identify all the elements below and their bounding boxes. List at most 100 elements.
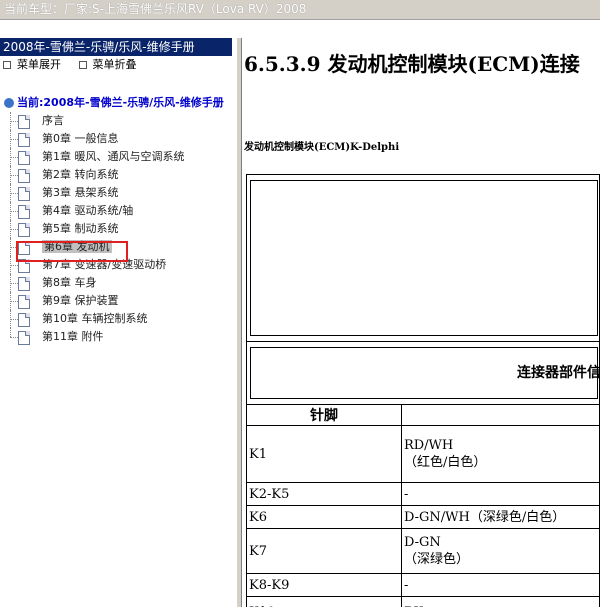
section-title-frame: 连接器部件信 [250, 347, 600, 399]
document-icon [18, 223, 30, 237]
tree-item[interactable]: 第0章 一般信息 [0, 130, 236, 148]
tree-item-label: 序言 [42, 114, 64, 127]
section-heading: 6.5.3.9 发动机控制模块(ECM)连接 [244, 52, 580, 76]
expand-menu-button[interactable]: 菜单展开 [3, 58, 61, 71]
tree-root-label: 当前:2008年-雪佛兰-乐骋/乐风-维修手册 [17, 96, 224, 109]
tree-line [10, 319, 18, 320]
navigation-pane: 2008年-雪佛兰-乐骋/乐风-维修手册 菜单展开 菜单折叠 当前:2008年-… [0, 38, 236, 607]
collapse-menu-label: 菜单折叠 [92, 58, 137, 71]
tree-line [10, 139, 18, 140]
document-icon [18, 295, 30, 309]
wire-color-code: - [403, 486, 409, 502]
tree-item[interactable]: 第6章 发动机 [0, 238, 236, 256]
pin-column-header: 针脚 [246, 404, 402, 426]
tree-item-label: 第2章 转向系统 [42, 168, 119, 181]
pin-cell: K2-K5 [246, 482, 402, 506]
title-bar: 当前车型：厂家:S-上海雪佛兰乐风RV（Lova RV）2008 [0, 0, 600, 20]
tree-item[interactable]: 第10章 车辆控制系统 [0, 310, 236, 328]
pin-row: K8-K9- [246, 573, 600, 597]
document-icon [18, 115, 30, 129]
wire-color-cell: BK [400, 596, 600, 607]
manual-title: 2008年-雪佛兰-乐骋/乐风-维修手册 [0, 38, 232, 56]
header-row: 针脚 [246, 404, 600, 426]
wire-color-code: D-GN/WH（深绿色/白色） [403, 509, 566, 525]
tree-item[interactable]: 第9章 保护装置 [0, 292, 236, 310]
pin-cell: K1 [246, 425, 402, 483]
color-column-header [400, 404, 600, 426]
pin-cell: K10 [246, 596, 402, 607]
pin-row: K2-K5- [246, 482, 600, 506]
wire-color-cell: D-GN/WH（深绿色/白色） [400, 505, 600, 529]
vehicle-name: 厂家:S-上海雪佛兰乐风RV（Lova RV）2008 [64, 2, 307, 16]
tree-line [10, 301, 18, 302]
tree-item-label: 第11章 附件 [42, 330, 104, 343]
wire-color-name: （红色/白色） [403, 455, 487, 470]
pin-row: K1 RD/WH （红色/白色） [246, 425, 600, 483]
document-icon [18, 187, 30, 201]
wire-color-cell: D-GN （深绿色） [400, 528, 600, 574]
connector-image-frame [250, 180, 598, 336]
tree-item-label: 第6章 发动机 [42, 240, 112, 253]
tree-item[interactable]: 序言 [0, 112, 236, 130]
connector-table: 连接器部件信 针脚 K1 RD/WH （红色/白色） K2-K5- K6 D-GN/WH（… [246, 174, 600, 607]
connector-parts-title: 连接器部件信 [517, 365, 600, 381]
document-icon [18, 241, 30, 255]
wire-color-code: BK [404, 604, 597, 607]
tree-item[interactable]: 第3章 悬架系统 [0, 184, 236, 202]
tree-line [10, 193, 18, 194]
tree-line [10, 328, 11, 337]
image-row [246, 174, 600, 342]
document-icon [18, 259, 30, 273]
wire-color-code: D-GN [403, 535, 441, 550]
pin-cell: K7 [246, 528, 402, 574]
collapse-icon [78, 61, 87, 69]
section-subheading: 发动机控制模块(ECM)K-Delphi [244, 142, 400, 153]
tree-line [10, 265, 18, 266]
tree-item[interactable]: 第1章 暖风、通风与空调系统 [0, 148, 236, 166]
document-icon [18, 277, 30, 291]
tree-item-label: 第10章 车辆控制系统 [42, 312, 148, 325]
wire-color-name: （深绿色） [403, 552, 469, 567]
tree-item-label: 第0章 一般信息 [42, 132, 119, 145]
tree-item[interactable]: 第4章 驱动系统/轴 [0, 202, 236, 220]
pin-cell: K6 [246, 505, 402, 529]
tree-item[interactable]: 第8章 车身 [0, 274, 236, 292]
section-title-cell: 连接器部件信 [246, 341, 600, 405]
tree-toolbar: 菜单展开 菜单折叠 [0, 56, 236, 74]
tree-root[interactable]: 当前:2008年-雪佛兰-乐骋/乐风-维修手册 [0, 94, 236, 112]
document-icon [18, 205, 30, 219]
chapter-tree: 当前:2008年-雪佛兰-乐骋/乐风-维修手册 序言第0章 一般信息第1章 暖风… [0, 94, 236, 346]
pin-row: K10BK [246, 596, 600, 607]
tree-item-label: 第8章 车身 [42, 276, 97, 289]
tree-line [10, 211, 18, 212]
tree-item[interactable]: 第11章 附件 [0, 328, 236, 346]
tree-line [10, 121, 18, 122]
wire-color-code: RD/WH [403, 438, 454, 453]
document-icon [18, 169, 30, 183]
pin-cell: K8-K9 [246, 573, 402, 597]
tree-item[interactable]: 第5章 制动系统 [0, 220, 236, 238]
tree-line [10, 157, 18, 158]
tree-line [10, 175, 18, 176]
tree-line [10, 247, 18, 248]
collapse-menu-button[interactable]: 菜单折叠 [78, 58, 137, 71]
tree-item-label: 第3章 悬架系统 [42, 186, 119, 199]
expand-icon [3, 61, 11, 69]
section-title-row: 连接器部件信 [246, 341, 600, 405]
root-globe-icon [4, 98, 14, 108]
tree-line [10, 229, 18, 230]
document-icon [18, 313, 30, 327]
tree-item-label: 第9章 保护装置 [42, 294, 119, 307]
tree-item-label: 第4章 驱动系统/轴 [42, 204, 134, 217]
pin-row: K6 D-GN/WH（深绿色/白色） [246, 505, 600, 529]
document-icon [18, 331, 30, 345]
document-icon [18, 133, 30, 147]
tree-line [10, 283, 18, 284]
connector-image-cell [246, 174, 600, 342]
document-icon [18, 151, 30, 165]
wire-color-code: - [403, 577, 409, 593]
expand-menu-label: 菜单展开 [17, 58, 61, 71]
tree-item[interactable]: 第2章 转向系统 [0, 166, 236, 184]
tree-item[interactable]: 第7章 变速器/变速驱动桥 [0, 256, 236, 274]
wire-color-cell: RD/WH （红色/白色） [400, 425, 600, 483]
